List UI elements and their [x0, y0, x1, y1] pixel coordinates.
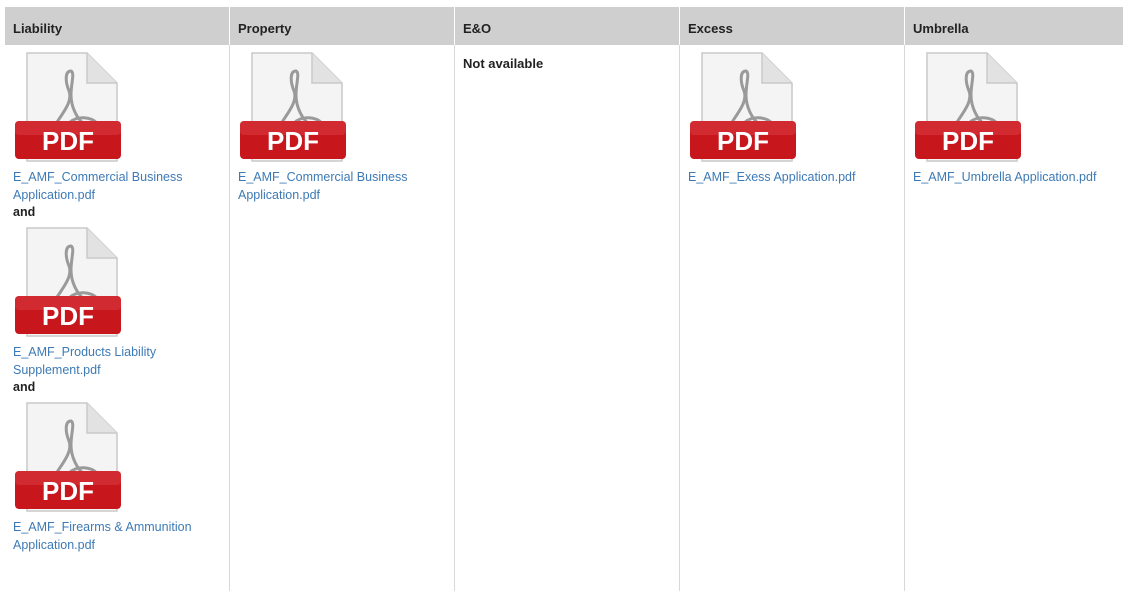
doc-link[interactable]: E_AMF_Commercial Business Application.pd… [238, 168, 443, 204]
doc-item: E_AMF_Exess Application.pdf [688, 51, 904, 186]
pdf-icon[interactable] [13, 401, 131, 518]
table-header: Liability Property E&O Excess Umbrella [5, 7, 1123, 45]
not-available-text: Not available [463, 56, 544, 71]
and-separator: and [13, 205, 36, 219]
doc-link[interactable]: E_AMF_Umbrella Application.pdf [913, 168, 1118, 186]
column-umbrella: E_AMF_Umbrella Application.pdf [905, 45, 1123, 591]
column-eo: Not available [455, 45, 680, 591]
doc-item: E_AMF_Umbrella Application.pdf [913, 51, 1123, 186]
doc-link[interactable]: E_AMF_Commercial Business Application.pd… [13, 168, 218, 204]
column-liability: E_AMF_Commercial Business Application.pd… [5, 45, 230, 591]
table-body: E_AMF_Commercial Business Application.pd… [5, 45, 1123, 591]
pdf-icon[interactable] [13, 226, 131, 343]
header-excess: Excess [680, 7, 905, 45]
header-liability: Liability [5, 7, 230, 45]
forms-table: Liability Property E&O Excess Umbrella E… [5, 7, 1123, 591]
doc-link[interactable]: E_AMF_Firearms & Ammunition Application.… [13, 518, 218, 554]
doc-item: E_AMF_Commercial Business Application.pd… [238, 51, 454, 204]
header-umbrella: Umbrella [913, 21, 969, 36]
doc-item: E_AMF_Commercial Business Application.pd… [13, 51, 229, 220]
doc-item: E_AMF_Firearms & Ammunition Application.… [13, 401, 229, 554]
column-property: E_AMF_Commercial Business Application.pd… [230, 45, 455, 591]
header-eo: E&O [455, 7, 680, 45]
pdf-icon[interactable] [913, 51, 1031, 168]
header-property: Property [230, 7, 455, 45]
pdf-icon[interactable] [13, 51, 131, 168]
doc-link[interactable]: E_AMF_Exess Application.pdf [688, 168, 893, 186]
pdf-icon[interactable] [688, 51, 806, 168]
column-excess: E_AMF_Exess Application.pdf [680, 45, 905, 591]
and-separator: and [13, 380, 36, 394]
pdf-icon[interactable] [238, 51, 356, 168]
doc-item: E_AMF_Products Liability Supplement.pdf … [13, 226, 229, 395]
doc-link[interactable]: E_AMF_Products Liability Supplement.pdf [13, 343, 218, 379]
